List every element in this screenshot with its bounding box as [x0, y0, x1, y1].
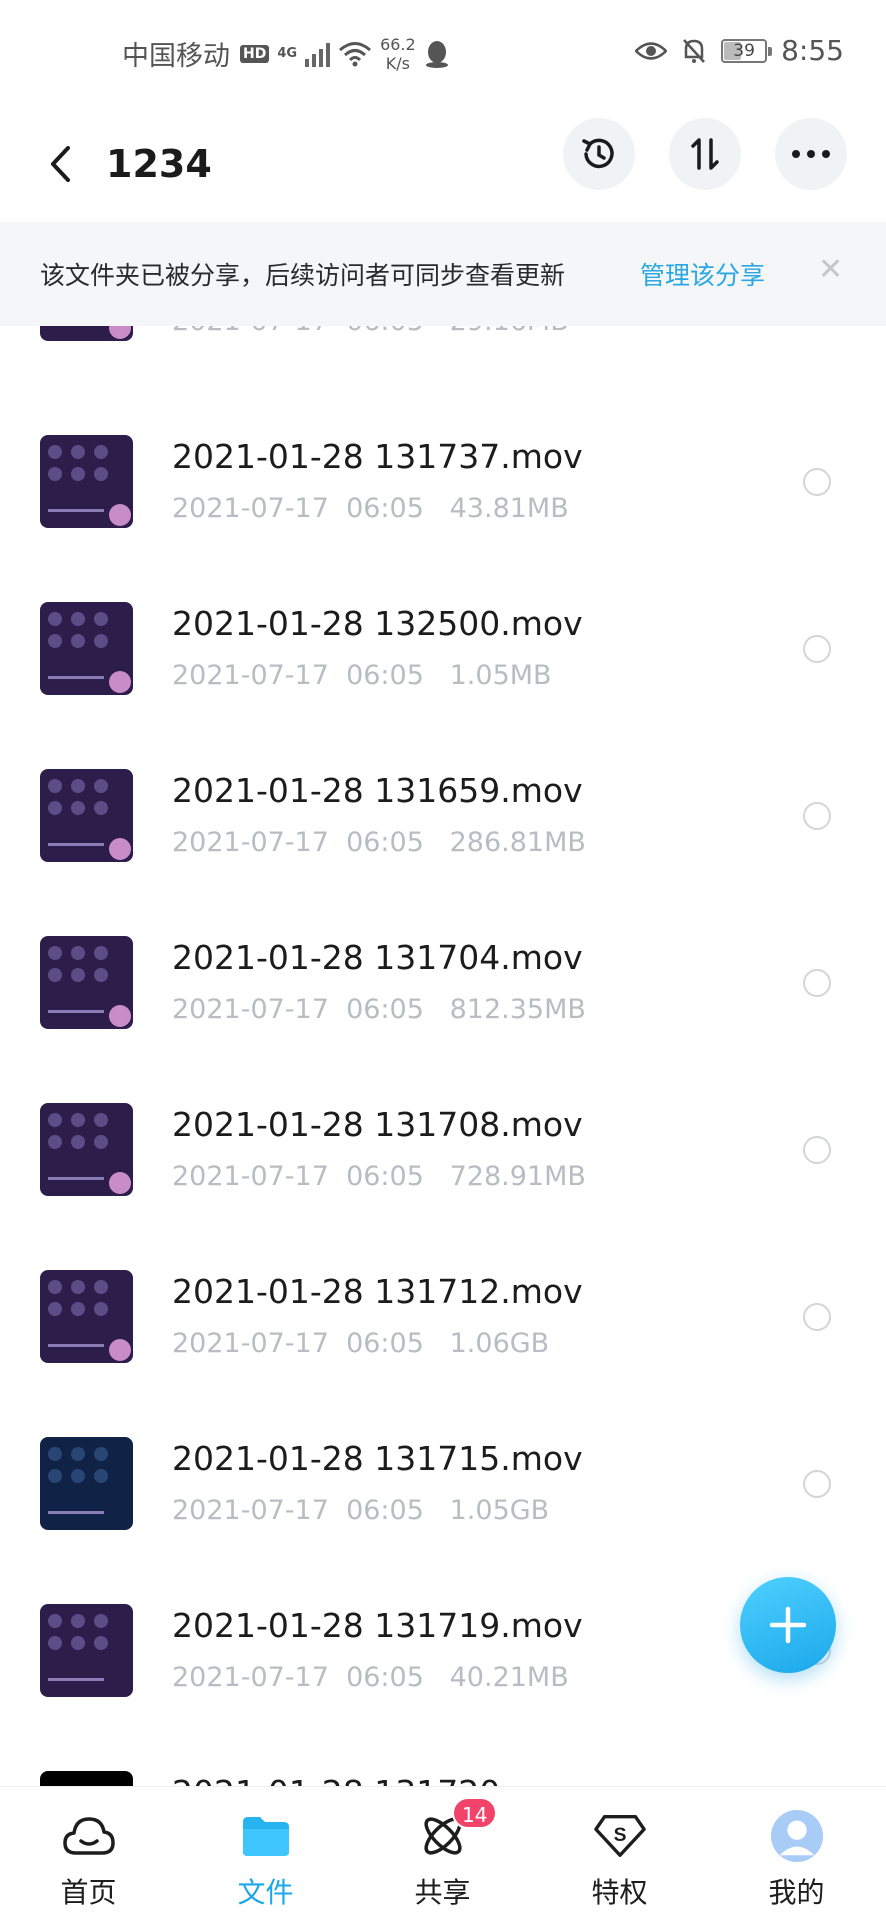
file-name: 2021-01-28 131737.mov: [172, 437, 583, 476]
close-icon[interactable]: ✕: [818, 252, 843, 288]
list-item[interactable]: 2021-07-17 06:05 29.16MB: [0, 326, 886, 415]
select-radio[interactable]: [803, 969, 831, 997]
mute-bell-icon: [683, 38, 706, 63]
select-radio[interactable]: [803, 635, 831, 663]
signal-icon: [305, 41, 331, 67]
history-icon: [582, 138, 614, 169]
manage-share-link[interactable]: 管理该分享: [640, 256, 765, 292]
file-name: 2021-01-28 131720: [172, 1771, 500, 1786]
video-thumbnail: [40, 1437, 133, 1530]
file-meta: 2021-07-17 06:05 43.81MB: [172, 493, 569, 524]
avatar-icon: [770, 1809, 824, 1863]
file-name: 2021-01-28 132500.mov: [172, 604, 583, 643]
file-meta: 2021-07-17 06:05 40.21MB: [172, 1662, 569, 1693]
nav-privilege[interactable]: S 特权: [531, 1787, 708, 1920]
list-item[interactable]: 2021-01-28 131712.mov 2021-07-17 06:05 1…: [0, 1270, 886, 1437]
file-name: 2021-01-28 131659.mov: [172, 771, 583, 810]
file-name: 2021-01-28 131712.mov: [172, 1272, 583, 1311]
qq-icon: [425, 40, 448, 68]
more-options-button[interactable]: [775, 118, 847, 190]
list-item[interactable]: 2021-01-28 131659.mov 2021-07-17 06:05 2…: [0, 769, 886, 936]
nav-label: 共享: [414, 1876, 471, 1909]
folder-icon: [239, 1809, 293, 1863]
eye-icon: [635, 41, 668, 60]
video-thumbnail: [40, 1771, 133, 1786]
page-title: 1234: [106, 142, 212, 186]
bottom-nav: 首页 文件 14 共享 S 特权 我的: [0, 1786, 886, 1920]
file-meta: 2021-07-17 06:05 1.06GB: [172, 1328, 550, 1359]
video-thumbnail: [40, 1103, 133, 1196]
nav-me[interactable]: 我的: [708, 1787, 885, 1920]
select-radio[interactable]: [803, 468, 831, 496]
video-thumbnail: [40, 1604, 133, 1697]
top-header: 1234: [0, 110, 886, 222]
carrier-name: 中国移动: [122, 41, 230, 72]
battery-icon: 39: [721, 38, 773, 63]
file-meta: 2021-07-17 06:05 29.16MB: [172, 326, 569, 340]
hd-badge: HD: [240, 44, 270, 63]
nav-label: 特权: [591, 1876, 648, 1909]
file-meta: 2021-07-17 06:05 1.05GB: [172, 1495, 550, 1526]
share-banner-text: 该文件夹已被分享，后续访问者可同步查看更新: [40, 261, 566, 290]
clock: 8:55: [781, 34, 844, 67]
file-meta: 2021-07-17 06:05 286.81MB: [172, 827, 586, 858]
list-item[interactable]: 2021-01-28 132500.mov 2021-07-17 06:05 1…: [0, 602, 886, 769]
nav-home[interactable]: 首页: [0, 1787, 177, 1920]
file-name: 2021-01-28 131704.mov: [172, 938, 583, 977]
video-thumbnail: [40, 936, 133, 1029]
select-radio[interactable]: [803, 1136, 831, 1164]
video-thumbnail: [40, 1270, 133, 1363]
video-thumbnail: [40, 602, 133, 695]
share-count-badge: 14: [452, 1797, 498, 1829]
nav-label: 我的: [768, 1876, 825, 1909]
wifi-icon: [339, 41, 372, 66]
back-button[interactable]: [36, 136, 84, 192]
cloud-home-icon: [62, 1809, 116, 1863]
list-item[interactable]: 2021-01-28 131708.mov 2021-07-17 06:05 7…: [0, 1103, 886, 1270]
list-item[interactable]: 2021-01-28 131715.mov 2021-07-17 06:05 1…: [0, 1437, 886, 1604]
sort-transfer-button[interactable]: [669, 118, 741, 190]
add-button[interactable]: [740, 1577, 836, 1673]
share-banner: 该文件夹已被分享，后续访问者可同步查看更新 管理该分享 ✕: [0, 222, 886, 326]
network-speed: 66.2 K/s: [380, 34, 416, 73]
list-item[interactable]: 2021-01-28 131704.mov 2021-07-17 06:05 8…: [0, 936, 886, 1103]
more-dots-icon: [792, 150, 830, 158]
plus-icon: [769, 1606, 807, 1644]
video-thumbnail: [40, 326, 133, 341]
status-left: 中国移动 HD 4G 66.2 K/s: [122, 34, 450, 73]
network-type: 4G: [277, 45, 298, 61]
select-radio[interactable]: [803, 1303, 831, 1331]
list-item[interactable]: 2021-01-28 131737.mov 2021-07-17 06:05 4…: [0, 435, 886, 602]
file-meta: 2021-07-17 06:05 812.35MB: [172, 994, 586, 1025]
sort-arrows-icon: [691, 138, 719, 170]
status-bar: 中国移动 HD 4G 66.2 K/s 39 8:55: [0, 0, 886, 110]
nav-label: 文件: [237, 1876, 294, 1909]
video-thumbnail: [40, 435, 133, 528]
nav-files[interactable]: 文件: [177, 1787, 354, 1920]
video-thumbnail: [40, 769, 133, 862]
status-right: 39 8:55: [635, 34, 844, 67]
select-radio[interactable]: [803, 802, 831, 830]
nav-label: 首页: [60, 1876, 117, 1909]
file-list: 2021-07-17 06:05 29.16MB 2021-01-28 1317…: [0, 326, 886, 1786]
select-radio[interactable]: [803, 1470, 831, 1498]
file-name: 2021-01-28 131719.mov: [172, 1606, 583, 1645]
file-meta: 2021-07-17 06:05 1.05MB: [172, 660, 552, 691]
file-name: 2021-01-28 131708.mov: [172, 1105, 583, 1144]
svg-text:S: S: [614, 1825, 627, 1846]
chevron-left-icon: [51, 146, 70, 182]
file-meta: 2021-07-17 06:05 728.91MB: [172, 1161, 586, 1192]
privilege-diamond-icon: S: [593, 1809, 647, 1863]
file-name: 2021-01-28 131715.mov: [172, 1439, 583, 1478]
list-item[interactable]: 2021-01-28 131720: [0, 1771, 886, 1786]
nav-share[interactable]: 14 共享: [354, 1787, 531, 1920]
history-button[interactable]: [563, 118, 635, 190]
